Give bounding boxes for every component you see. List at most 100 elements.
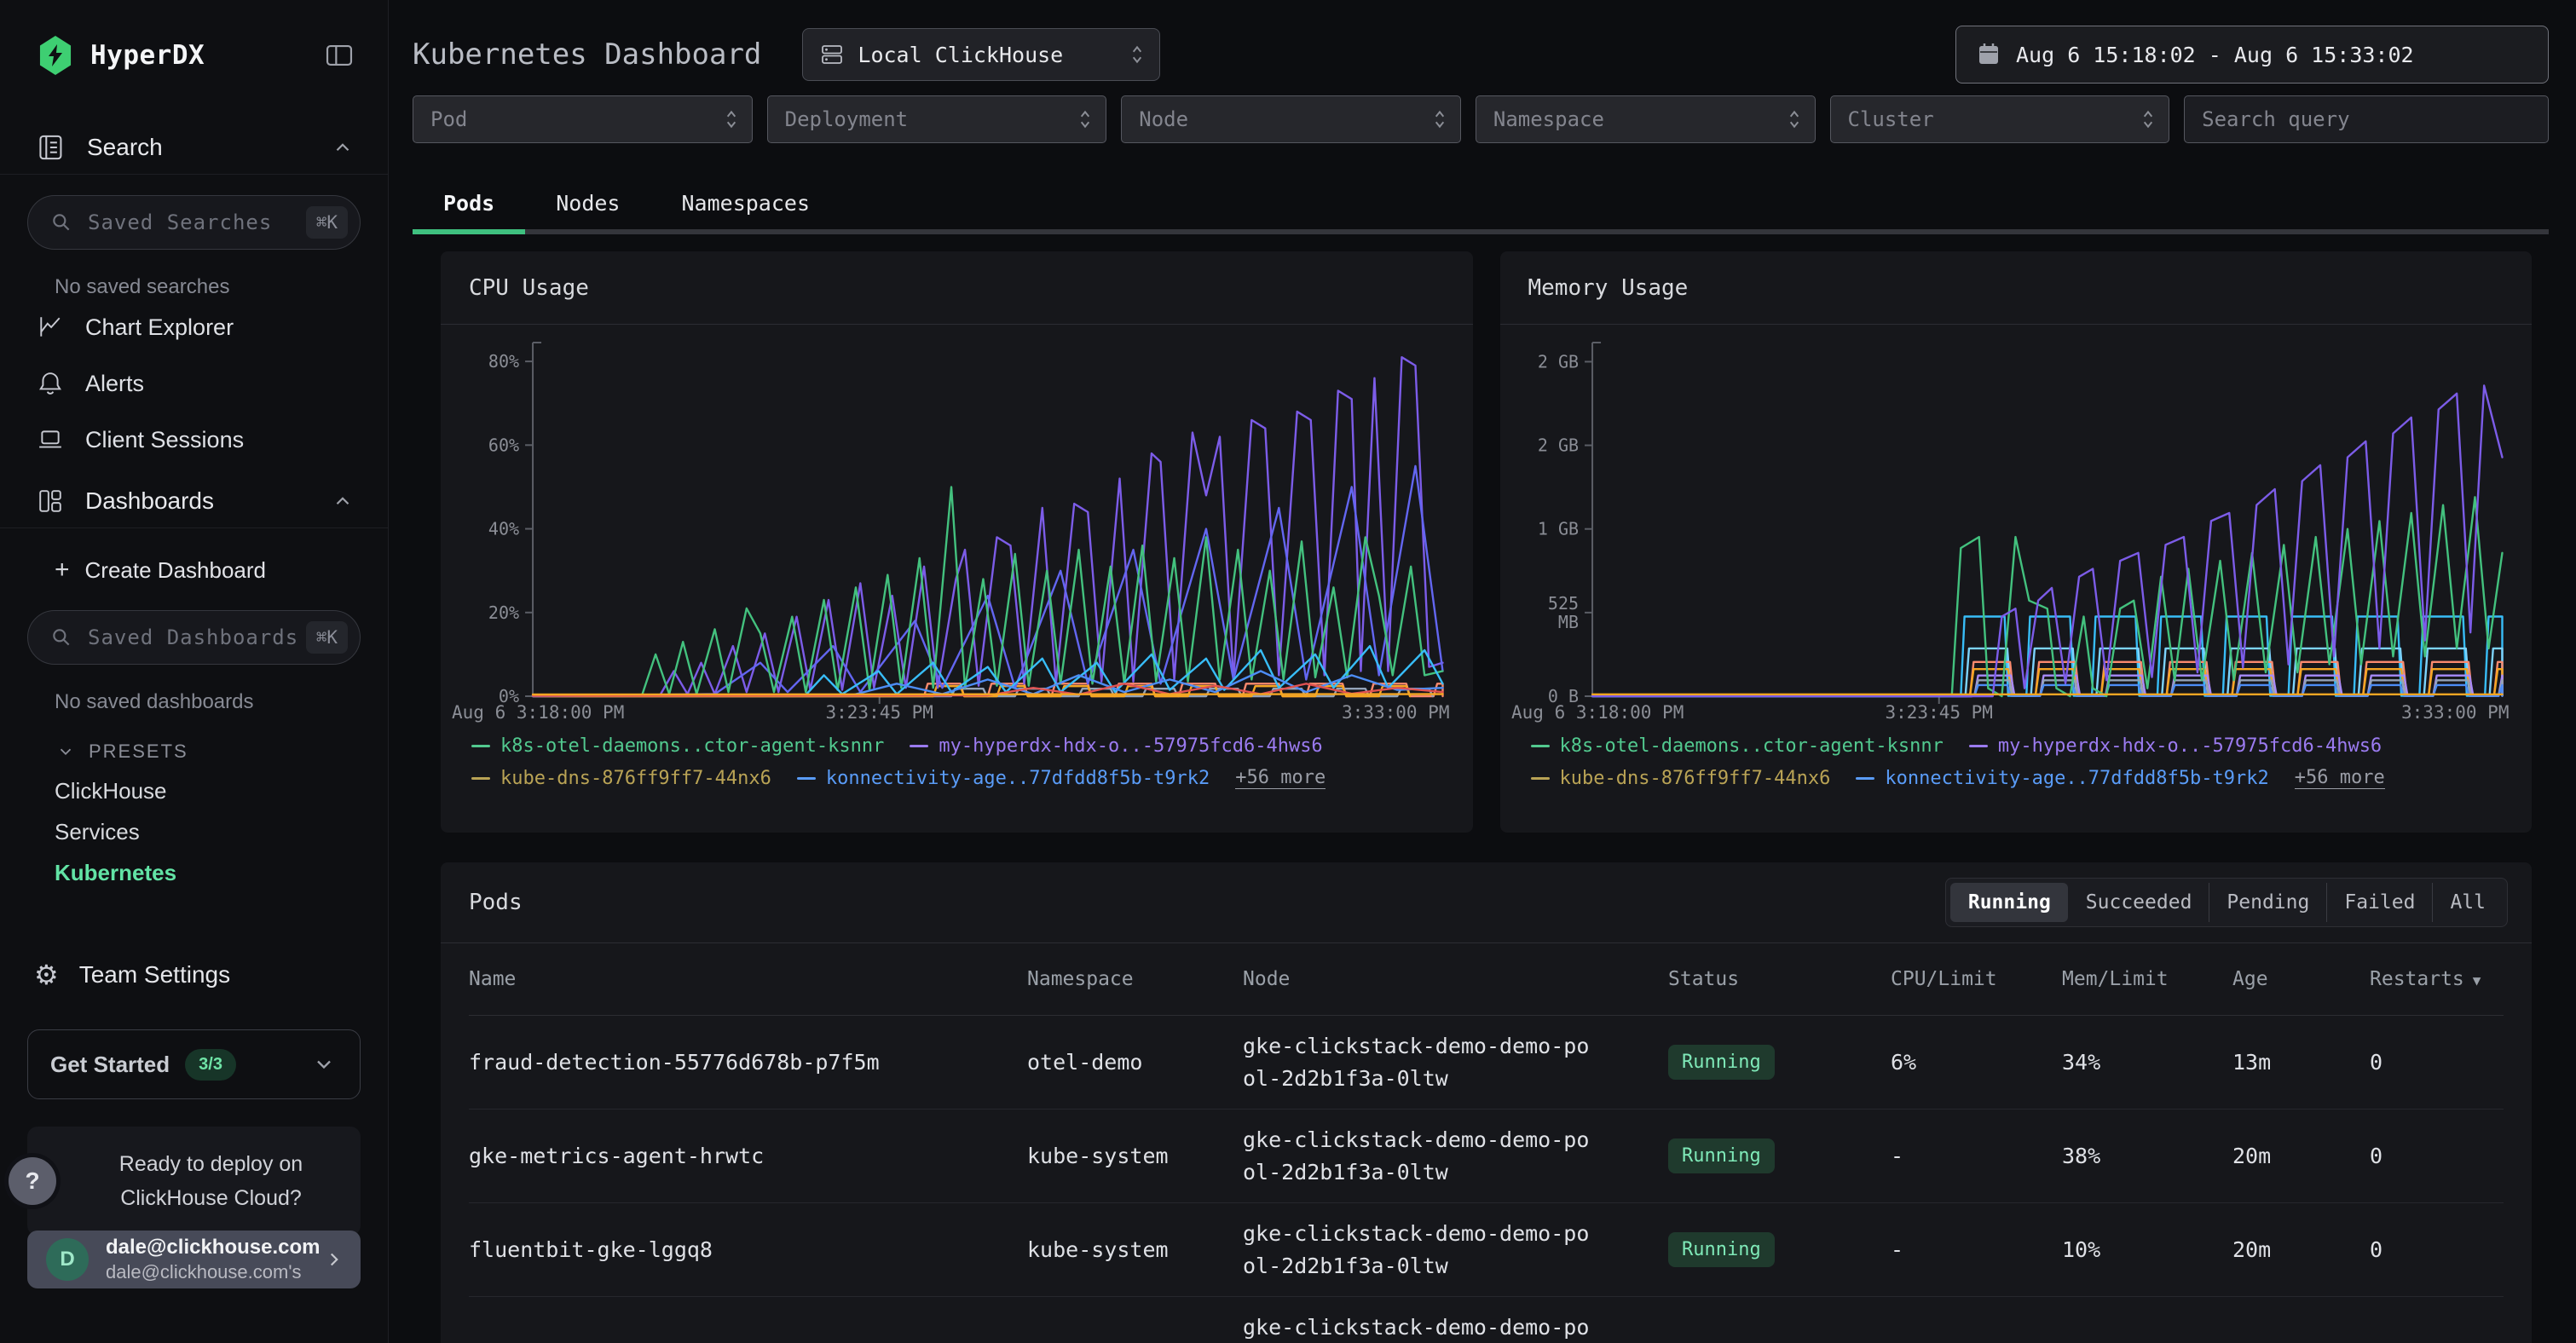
search-query-input[interactable] [2202,107,2531,131]
legend-item[interactable]: my-hyperdx-hdx-o..-57975fcd6-4hws6 [1969,735,2382,757]
table-row[interactable]: fluentbit-gke-lggq8kube-systemgke-clicks… [469,1203,2504,1297]
legend-item[interactable]: kube-dns-876ff9ff7-44nx6 [1531,767,1831,789]
memory-chart-legend: k8s-otel-daemons..ctor-agent-ksnnr my-hyp… [1500,730,2506,789]
mem-cell: 10% [2062,1237,2232,1262]
status-filter-succeeded[interactable]: Succeeded [2068,883,2209,922]
user-menu[interactable]: D dale@clickhouse.com dale@clickhouse.co… [27,1231,361,1288]
saved-dashboards-input[interactable]: Saved Dashboards ⌘K [27,610,361,665]
filter-select-pod[interactable]: Pod [413,95,753,143]
sidebar-search-label: Search [87,134,163,161]
column-header-namespace[interactable]: Namespace [1027,968,1243,990]
divider [0,527,388,528]
svg-text:3:23:45 PM: 3:23:45 PM [1885,702,1992,723]
sidebar: HyperDX Search Saved Searches ⌘K No save… [0,0,389,1343]
sidebar-dashboards-label: Dashboards [85,487,214,515]
filter-select-deployment[interactable]: Deployment [767,95,1107,143]
preset-kubernetes[interactable]: Kubernetes [0,852,388,893]
status-filter-running[interactable]: Running [1950,883,2068,922]
select-chevrons-icon [725,108,738,130]
hyperdx-logo-icon [38,36,73,75]
user-meta: dale@clickhouse.com dale@clickhouse.com'… [106,1236,321,1283]
datasource-value: Local ClickHouse [858,43,1063,67]
create-dashboard-label: Create Dashboard [85,557,266,584]
column-header-age[interactable]: Age [2232,968,2370,990]
select-chevrons-icon [1078,108,1092,130]
table-row[interactable]: fraud-detection-55776d678b-p7f5motel-dem… [469,1016,2504,1110]
shortcut-badge: ⌘K [306,621,348,654]
create-dashboard-button[interactable]: + Create Dashboard [0,550,388,590]
status-filter-all[interactable]: All [2432,883,2503,922]
sidebar-collapse-icon[interactable] [325,43,354,68]
tab-pods[interactable]: Pods [413,174,525,234]
mem-cell: 38% [2062,1144,2232,1168]
legend-label: my-hyperdx-hdx-o..-57975fcd6-4hws6 [939,735,1322,757]
restarts-cell: 0 [2370,1237,2504,1262]
sidebar-item-chart-explorer[interactable]: Chart Explorer [0,299,388,355]
datasource-select[interactable]: Local ClickHouse [802,28,1160,81]
name-cell: fraud-detection-55776d678b-p7f5m [469,1050,1027,1075]
status-filter-failed[interactable]: Failed [2326,883,2432,922]
legend-label: k8s-otel-daemons..ctor-agent-ksnnr [1560,735,1944,757]
sidebar-section-dashboards[interactable]: Dashboards [0,475,388,527]
shortcut-badge: ⌘K [306,206,348,239]
clickhouse-cloud-promo[interactable]: ? Ready to deploy on ClickHouse Cloud? [27,1127,361,1236]
get-started-button[interactable]: Get Started 3/3 [27,1029,361,1099]
memory-card-title: Memory Usage [1528,275,1689,301]
column-header-name[interactable]: Name [469,968,1027,990]
namespace-cell: kube-system [1027,1237,1243,1262]
sidebar-item-label: Chart Explorer [85,314,234,341]
legend-item[interactable]: konnectivity-age..77dfdd8f5b-t9rk2 [1856,767,2268,789]
saved-searches-input[interactable]: Saved Searches ⌘K [27,195,361,250]
legend-item[interactable]: k8s-otel-daemons..ctor-agent-ksnnr [471,735,884,757]
preset-clickhouse[interactable]: ClickHouse [0,770,388,811]
sidebar-item-client-sessions[interactable]: Client Sessions [0,412,388,468]
gear-icon: ⚙ [34,961,59,989]
sidebar-item-alerts[interactable]: Alerts [0,355,388,412]
table-row[interactable]: gke-clickstack-demo-demo-pool-2d2b1f3a-0… [469,1297,2504,1343]
pods-card-title: Pods [469,890,523,915]
tab-nodes[interactable]: Nodes [525,174,650,234]
saved-dashboards-placeholder: Saved Dashboards [88,625,298,649]
legend-dash-icon [471,777,490,780]
column-header-restarts[interactable]: Restarts▼ [2370,968,2504,990]
filter-select-cluster[interactable]: Cluster [1830,95,2170,143]
presets-toggle[interactable]: PRESETS [0,733,388,770]
tab-namespaces[interactable]: Namespaces [650,174,840,234]
filter-select-namespace[interactable]: Namespace [1476,95,1816,143]
memory-usage-chart: 2 GB2 GB1 GB525MB0 BAug 6 3:18:00 PM3:23… [1500,325,2533,730]
column-header-cpu-limit[interactable]: CPU/Limit [1891,968,2062,990]
table-row[interactable]: gke-metrics-agent-hrwtckube-systemgke-cl… [469,1110,2504,1203]
date-range-picker[interactable]: Aug 6 15:18:02 - Aug 6 15:33:02 [1955,26,2549,84]
help-icon[interactable]: ? [9,1157,56,1205]
column-header-status[interactable]: Status [1668,968,1891,990]
status-filter-pending[interactable]: Pending [2209,883,2326,922]
saved-searches-placeholder: Saved Searches [88,210,272,234]
legend-more-link[interactable]: +56 more [2295,767,2385,789]
legend-item[interactable]: k8s-otel-daemons..ctor-agent-ksnnr [1531,735,1944,757]
preset-services[interactable]: Services [0,811,388,852]
legend-dash-icon [910,745,928,747]
filter-select-node[interactable]: Node [1121,95,1461,143]
promo-text: Ready to deploy on ClickHouse Cloud? [85,1147,303,1215]
divider [0,174,388,175]
legend-more-link[interactable]: +56 more [1235,767,1326,789]
select-chevrons-icon [2141,108,2155,130]
namespace-cell: otel-demo [1027,1050,1243,1075]
pods-card-header: Pods RunningSucceededPendingFailedAll [441,862,2532,943]
team-settings-button[interactable]: ⚙ Team Settings [0,949,388,1000]
column-header-node[interactable]: Node [1243,968,1668,990]
get-started-label: Get Started [50,1052,170,1078]
tab-panel: CPU Usage 80%60%40%20%0%Aug 6 3:18:00 PM… [413,234,2549,1343]
status-cell: Running [1668,1138,1891,1173]
legend-dash-icon [797,777,816,780]
legend-item[interactable]: konnectivity-age..77dfdd8f5b-t9rk2 [797,767,1210,789]
legend-item[interactable]: my-hyperdx-hdx-o..-57975fcd6-4hws6 [910,735,1322,757]
svg-text:2 GB: 2 GB [1537,435,1578,456]
svg-text:525MB: 525MB [1547,593,1578,632]
sidebar-section-search[interactable]: Search [0,121,388,174]
charts-row: CPU Usage 80%60%40%20%0%Aug 6 3:18:00 PM… [441,251,2532,833]
legend-label: konnectivity-age..77dfdd8f5b-t9rk2 [826,768,1210,789]
legend-item[interactable]: kube-dns-876ff9ff7-44nx6 [471,767,771,789]
column-header-mem-limit[interactable]: Mem/Limit [2062,968,2232,990]
age-cell: 20m [2232,1237,2370,1262]
